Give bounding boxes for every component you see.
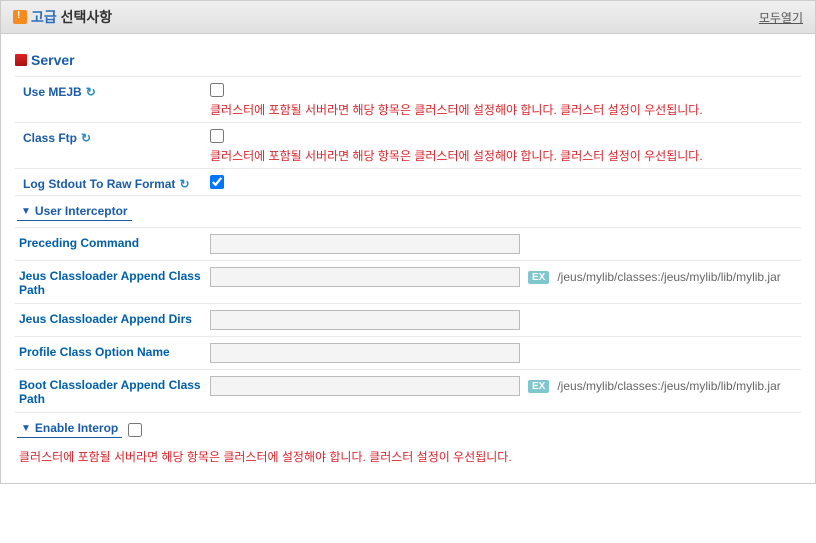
open-all-link[interactable]: 모두열기 — [759, 9, 803, 26]
boot-append-classpath-label: Boot Classloader Append Class Path — [15, 376, 210, 406]
user-interceptor-header: ▼ User Interceptor — [15, 195, 801, 227]
advanced-panel: 고급 선택사항 모두열기 Server Use MEJB ↻ 클러스터에 포함될… — [0, 0, 816, 484]
jeus-append-dirs-input[interactable] — [210, 310, 520, 330]
refresh-icon[interactable]: ↻ — [179, 177, 191, 189]
panel-title-adv: 고급 — [31, 9, 57, 25]
row-class-ftp: Class Ftp ↻ 클러스터에 포함될 서버라면 해당 항목은 클러스터에 … — [15, 122, 801, 168]
row-jeus-append-classpath: Jeus Classloader Append Class Path EX /j… — [15, 260, 801, 303]
boot-append-classpath-input[interactable] — [210, 376, 520, 396]
user-interceptor-toggle[interactable]: ▼ User Interceptor — [17, 204, 132, 221]
panel-header: 고급 선택사항 모두열기 — [0, 0, 816, 34]
jeus-append-classpath-ex: /jeus/mylib/classes:/jeus/mylib/lib/myli… — [557, 270, 780, 284]
profile-class-option-label: Profile Class Option Name — [15, 343, 210, 359]
user-interceptor-label: User Interceptor — [35, 204, 128, 218]
profile-class-option-input[interactable] — [210, 343, 520, 363]
chevron-down-icon: ▼ — [21, 423, 31, 434]
enable-interop-header: ▼ Enable Interop — [15, 412, 801, 444]
refresh-icon[interactable]: ↻ — [86, 85, 98, 97]
row-preceding-command: Preceding Command — [15, 227, 801, 260]
server-icon — [15, 54, 27, 66]
row-use-mejb: Use MEJB ↻ 클러스터에 포함될 서버라면 해당 항목은 클러스터에 설… — [15, 76, 801, 122]
jeus-append-classpath-label: Jeus Classloader Append Class Path — [15, 267, 210, 297]
panel-title: 고급 선택사항 — [31, 7, 112, 27]
refresh-icon[interactable]: ↻ — [81, 131, 93, 143]
panel-header-left: 고급 선택사항 — [13, 7, 112, 27]
enable-interop-warn: 클러스터에 포함될 서버라면 해당 항목은 클러스터에 설정해야 합니다. 클러… — [15, 444, 801, 467]
enable-interop-checkbox[interactable] — [128, 423, 142, 437]
log-stdout-label-wrap: Log Stdout To Raw Format ↻ — [15, 175, 210, 191]
log-stdout-checkbox[interactable] — [210, 175, 224, 189]
class-ftp-label: Class Ftp — [23, 131, 77, 145]
preceding-command-label: Preceding Command — [15, 234, 210, 250]
server-section-title: Server — [15, 46, 801, 76]
class-ftp-label-wrap: Class Ftp ↻ — [15, 129, 210, 145]
use-mejb-warn: 클러스터에 포함될 서버라면 해당 항목은 클러스터에 설정해야 합니다. 클러… — [210, 101, 801, 118]
jeus-append-dirs-label: Jeus Classloader Append Dirs — [15, 310, 210, 326]
use-mejb-checkbox[interactable] — [210, 83, 224, 97]
ex-badge: EX — [528, 380, 549, 393]
shield-icon — [13, 10, 27, 24]
log-stdout-label: Log Stdout To Raw Format — [23, 177, 175, 191]
row-jeus-append-dirs: Jeus Classloader Append Dirs — [15, 303, 801, 336]
row-boot-append-classpath: Boot Classloader Append Class Path EX /j… — [15, 369, 801, 412]
jeus-append-classpath-input[interactable] — [210, 267, 520, 287]
enable-interop-toggle[interactable]: ▼ Enable Interop — [17, 421, 122, 438]
panel-content: Server Use MEJB ↻ 클러스터에 포함될 서버라면 해당 항목은 … — [0, 34, 816, 484]
server-section-label: Server — [31, 52, 75, 68]
class-ftp-warn: 클러스터에 포함될 서버라면 해당 항목은 클러스터에 설정해야 합니다. 클러… — [210, 147, 801, 164]
use-mejb-value: 클러스터에 포함될 서버라면 해당 항목은 클러스터에 설정해야 합니다. 클러… — [210, 83, 801, 118]
class-ftp-checkbox[interactable] — [210, 129, 224, 143]
chevron-down-icon: ▼ — [21, 206, 31, 217]
panel-title-sel: 선택사항 — [61, 9, 113, 25]
class-ftp-value: 클러스터에 포함될 서버라면 해당 항목은 클러스터에 설정해야 합니다. 클러… — [210, 129, 801, 164]
enable-interop-label: Enable Interop — [35, 421, 118, 435]
use-mejb-label-wrap: Use MEJB ↻ — [15, 83, 210, 99]
use-mejb-label: Use MEJB — [23, 85, 82, 99]
ex-badge: EX — [528, 271, 549, 284]
row-profile-class-option: Profile Class Option Name — [15, 336, 801, 369]
preceding-command-input[interactable] — [210, 234, 520, 254]
boot-append-classpath-ex: /jeus/mylib/classes:/jeus/mylib/lib/myli… — [557, 379, 780, 393]
log-stdout-value — [210, 175, 801, 189]
row-log-stdout: Log Stdout To Raw Format ↻ — [15, 168, 801, 195]
